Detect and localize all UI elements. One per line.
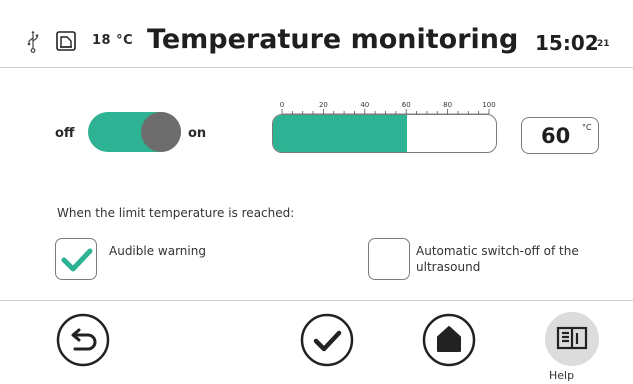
sd-card-icon — [56, 31, 76, 51]
toggle-on-label: on — [188, 126, 207, 141]
scale-tick-label: 20 — [319, 101, 328, 109]
temperature-gauge[interactable] — [272, 114, 497, 153]
scale-tick-label: 60 — [402, 101, 411, 109]
page-title: Temperature monitoring — [147, 24, 519, 55]
audible-warning-checkbox[interactable] — [55, 238, 97, 280]
usb-icon — [27, 30, 39, 53]
limit-value-field[interactable]: 60 °C — [521, 117, 599, 154]
device-temperature: 18 °C — [92, 33, 134, 48]
scale-tick-label: 80 — [443, 101, 452, 109]
audible-warning-label: Audible warning — [109, 244, 206, 258]
help-label: Help — [549, 369, 575, 382]
limit-unit: °C — [582, 123, 592, 132]
clock-seconds: 21 — [597, 39, 610, 49]
auto-switch-off-checkbox[interactable] — [368, 238, 410, 280]
monitoring-toggle[interactable] — [88, 112, 181, 152]
auto-switch-off-label-line2: ultrasound — [416, 260, 481, 274]
limit-value: 60 — [541, 124, 571, 148]
gauge-fill — [273, 115, 407, 152]
home-button[interactable] — [422, 313, 476, 367]
header-bar: 18 °C Temperature monitoring 15:02 21 — [0, 0, 633, 68]
limit-heading: When the limit temperature is reached: — [57, 206, 295, 220]
help-button[interactable] — [544, 311, 600, 367]
auto-switch-off-label-line1: Automatic switch-off of the — [416, 244, 579, 258]
back-button[interactable] — [56, 313, 110, 367]
toggle-off-label: off — [55, 126, 75, 141]
clock-time: 15:02 — [535, 31, 599, 55]
auto-switch-off-label: Automatic switch-off of the ultrasound — [416, 243, 616, 275]
confirm-button[interactable] — [300, 313, 354, 367]
scale-tick-label: 0 — [280, 101, 284, 109]
scale-tick-label: 100 — [482, 101, 495, 109]
toggle-knob[interactable] — [141, 112, 181, 152]
scale-tick-label: 40 — [360, 101, 369, 109]
check-icon — [61, 248, 93, 272]
